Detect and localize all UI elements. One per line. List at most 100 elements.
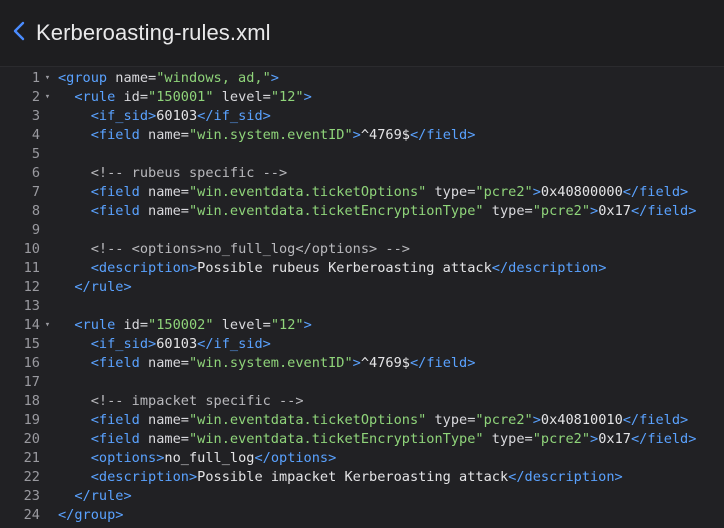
- line-number: 3: [31, 108, 40, 124]
- code-token-str: "win.eventdata.ticketOptions": [188, 184, 427, 200]
- code-line[interactable]: 20 <field name="win.eventdata.ticketEncr…: [0, 430, 724, 449]
- code-token-str: "pcre2": [475, 184, 533, 200]
- code-line[interactable]: 11 <description>Possible rubeus Kerberoa…: [0, 259, 724, 278]
- code-line[interactable]: 14 ▾ <rule id="150002" level="12">: [0, 316, 724, 335]
- code-text: <rule id="150002" level="12">: [58, 316, 312, 335]
- code-line[interactable]: 21 <options>no_full_log</options>: [0, 449, 724, 468]
- code-token-str: "pcre2": [532, 203, 591, 219]
- code-token-tag: <field: [90, 355, 149, 371]
- line-number: 12: [23, 279, 40, 295]
- code-line[interactable]: 5: [0, 145, 724, 164]
- code-token-tag: </group>: [58, 507, 124, 523]
- line-number: 16: [23, 355, 40, 371]
- code-line[interactable]: 6 <!-- rubeus specific -->: [0, 164, 724, 183]
- code-text: </rule>: [58, 278, 132, 297]
- code-line[interactable]: 16 <field name="win.system.eventID">^476…: [0, 354, 724, 373]
- code-token-tag: <description>: [90, 260, 198, 276]
- code-line[interactable]: 22 <description>Possible impacket Kerber…: [0, 468, 724, 487]
- code-token-attr: type=: [483, 431, 533, 447]
- code-token-tag: >: [352, 355, 361, 371]
- line-number: 1: [31, 70, 40, 86]
- code-line[interactable]: 9: [0, 221, 724, 240]
- code-token-tag: >: [270, 70, 279, 86]
- fold-caret-icon[interactable]: ▾: [43, 316, 52, 335]
- code-token-tag: </description>: [491, 260, 607, 276]
- code-line[interactable]: 7 <field name="win.eventdata.ticketOptio…: [0, 183, 724, 202]
- code-text: <!-- <options>no_full_log</options> -->: [58, 240, 410, 259]
- line-number: 22: [23, 469, 40, 485]
- line-number: 11: [23, 260, 40, 276]
- code-line[interactable]: 8 <field name="win.eventdata.ticketEncry…: [0, 202, 724, 221]
- code-token-tag: </field>: [622, 184, 689, 200]
- code-token-tag: >: [303, 89, 312, 105]
- code-text: <field name="win.eventdata.ticketEncrypt…: [58, 202, 697, 221]
- code-token-tag: >: [532, 412, 541, 428]
- code-line[interactable]: 4 <field name="win.system.eventID">^4769…: [0, 126, 724, 145]
- code-token-attr: name=: [115, 70, 157, 86]
- file-title: Kerberoasting-rules.xml: [36, 20, 271, 45]
- code-line[interactable]: 15 <if_sid>60103</if_sid>: [0, 335, 724, 354]
- line-number: 23: [23, 488, 40, 504]
- code-line[interactable]: 10 <!-- <options>no_full_log</options> -…: [0, 240, 724, 259]
- code-line[interactable]: 18 <!-- impacket specific -->: [0, 392, 724, 411]
- code-token-str: "win.eventdata.ticketEncryptionType": [188, 431, 484, 447]
- code-token-tag: </rule>: [74, 279, 132, 295]
- chevron-left-icon: [13, 21, 25, 46]
- code-line[interactable]: 12 </rule>: [0, 278, 724, 297]
- line-number: 6: [31, 165, 40, 181]
- code-line[interactable]: 17: [0, 373, 724, 392]
- code-token-cmt: <!-- impacket specific -->: [90, 393, 304, 409]
- code-token-str: "12": [270, 317, 304, 333]
- code-token-tag: >: [303, 317, 312, 333]
- code-token-attr: name=: [148, 203, 189, 219]
- code-line[interactable]: 3 <if_sid>60103</if_sid>: [0, 107, 724, 126]
- code-token-tag: <rule: [74, 89, 124, 105]
- code-token-tag: >: [532, 184, 541, 200]
- line-number: 8: [31, 203, 40, 219]
- line-number: 24: [23, 507, 40, 523]
- code-token-tag: </rule>: [74, 488, 132, 504]
- code-token-attr: type=: [483, 203, 533, 219]
- code-token-tag: <if_sid>: [90, 108, 157, 124]
- line-number: 10: [23, 241, 40, 257]
- line-number: 13: [23, 298, 40, 314]
- code-token-attr: name=: [148, 355, 189, 371]
- code-line[interactable]: 2 ▾ <rule id="150001" level="12">: [0, 88, 724, 107]
- code-token-str: "win.eventdata.ticketEncryptionType": [188, 203, 484, 219]
- fold-caret-icon[interactable]: ▾: [43, 69, 52, 88]
- code-token-tag: <field: [90, 203, 149, 219]
- code-token-tag: <description>: [90, 469, 198, 485]
- code-token-str: "win.system.eventID": [188, 355, 353, 371]
- code-token-tag: </if_sid>: [197, 336, 271, 352]
- code-line[interactable]: 1 ▾ <group name="windows, ad,">: [0, 69, 724, 88]
- code-line[interactable]: 24 </group>: [0, 506, 724, 525]
- code-token-tag: >: [590, 431, 599, 447]
- code-text: <options>no_full_log</options>: [58, 449, 337, 468]
- back-button[interactable]: [2, 0, 36, 66]
- code-token-attr: type=: [426, 184, 476, 200]
- code-text: <field name="win.eventdata.ticketEncrypt…: [58, 430, 697, 449]
- fold-caret-icon[interactable]: ▾: [43, 88, 52, 107]
- code-editor[interactable]: 1 ▾ <group name="windows, ad,"> 2 ▾ <rule id…: [0, 67, 724, 528]
- code-lines: 1 ▾ <group name="windows, ad,"> 2 ▾ <rule id…: [0, 69, 724, 525]
- code-token-txt: no_full_log: [164, 450, 255, 466]
- code-text: <!-- rubeus specific -->: [58, 164, 287, 183]
- code-line[interactable]: 19 <field name="win.eventdata.ticketOpti…: [0, 411, 724, 430]
- code-text: <field name="win.eventdata.ticketOptions…: [58, 411, 688, 430]
- code-line[interactable]: 23 </rule>: [0, 487, 724, 506]
- code-token-cmt: <!-- <options>no_full_log</options> -->: [90, 241, 410, 257]
- code-token-txt: Possible rubeus Kerberoasting attack: [197, 260, 492, 276]
- code-token-attr: level=: [213, 89, 271, 105]
- code-token-str: "150001": [148, 89, 214, 105]
- code-token-tag: >: [352, 127, 361, 143]
- code-line[interactable]: 13: [0, 297, 724, 316]
